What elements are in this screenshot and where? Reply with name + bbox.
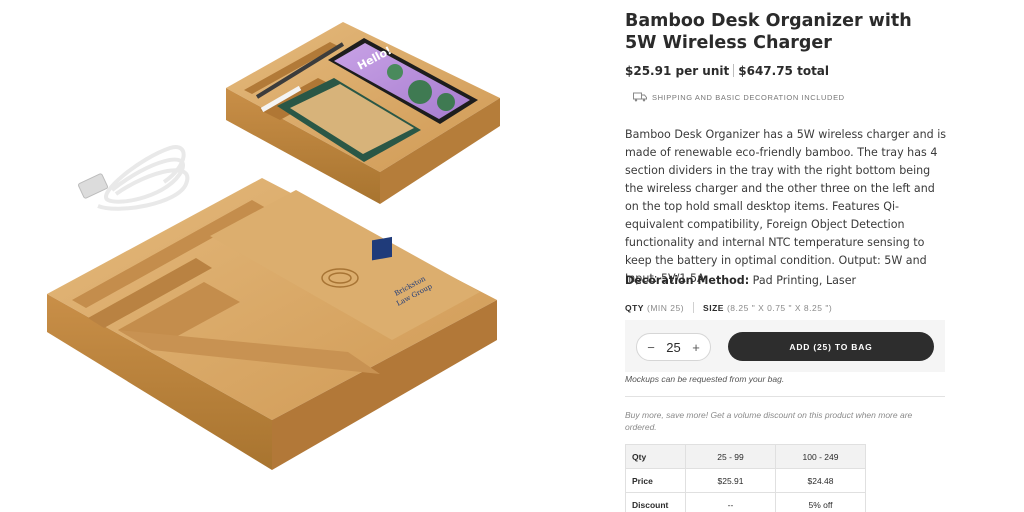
quantity-value[interactable]: 25 — [666, 340, 680, 355]
small-organizer — [226, 22, 500, 204]
table-cell: Price — [625, 468, 686, 493]
truck-icon — [633, 92, 647, 102]
mockups-note: Mockups can be requested from your bag. — [625, 374, 785, 384]
table-cell: 25 - 99 — [685, 444, 776, 469]
shipping-text: SHIPPING AND BASIC DECORATION INCLUDED — [652, 92, 845, 102]
size-value: (8.25 " X 0.75 " X 8.25 ") — [726, 302, 833, 313]
volume-discount-note: Buy more, save more! Get a volume discou… — [625, 410, 913, 432]
product-specs: QTY (MIN 25) SIZE (8.25 " X 0.75 " X 8.2… — [625, 302, 832, 313]
table-row: Qty 25 - 99 100 - 249 — [625, 444, 866, 469]
product-description: Bamboo Desk Organizer has a 5W wireless … — [625, 128, 947, 285]
add-to-bag-button[interactable]: ADD (25) TO BAG — [728, 332, 934, 361]
product-info-panel: Bamboo Desk Organizer with 5W Wireless C… — [625, 0, 955, 512]
specs-divider — [693, 302, 695, 313]
table-row: Discount -- 5% off — [625, 492, 866, 512]
decoration-label: Decoration Method: — [625, 274, 750, 287]
table-cell: Qty — [625, 444, 686, 469]
increment-button[interactable]: + — [691, 340, 701, 355]
large-organizer — [47, 178, 497, 470]
decoration-method: Decoration Method: Pad Printing, Laser — [625, 274, 856, 287]
table-cell: $24.48 — [775, 468, 866, 493]
shipping-note: SHIPPING AND BASIC DECORATION INCLUDED — [633, 92, 845, 102]
decoration-value: Pad Printing, Laser — [752, 274, 857, 287]
price-separator — [733, 64, 735, 77]
quantity-stepper[interactable]: − 25 + — [636, 333, 711, 361]
table-row: Price $25.91 $24.48 — [625, 468, 866, 493]
table-cell: $25.91 — [685, 468, 776, 493]
table-cell: Discount — [625, 492, 686, 512]
qty-label: QTY — [625, 302, 644, 313]
total-price: $647.75 total — [738, 64, 830, 78]
table-cell: 5% off — [775, 492, 866, 512]
decrement-button[interactable]: − — [646, 340, 656, 355]
section-divider — [625, 396, 945, 397]
product-image: Hello! Brickston Law Group — [0, 0, 600, 512]
product-photo-illustration: Hello! Brickston Law Group — [47, 22, 500, 470]
usb-cable — [77, 145, 190, 211]
unit-price: $25.91 per unit — [625, 64, 730, 78]
volume-pricing-table: Qty 25 - 99 100 - 249 Price $25.91 $24.4… — [625, 444, 866, 512]
size-label: SIZE — [703, 302, 724, 313]
add-to-bag-panel: − 25 + ADD (25) TO BAG — [625, 320, 945, 372]
table-cell: -- — [685, 492, 776, 512]
qty-min: (MIN 25) — [646, 302, 685, 313]
product-title: Bamboo Desk Organizer with 5W Wireless C… — [625, 11, 912, 53]
price-line: $25.91 per unit $647.75 total — [625, 64, 829, 78]
table-cell: 100 - 249 — [775, 444, 866, 469]
